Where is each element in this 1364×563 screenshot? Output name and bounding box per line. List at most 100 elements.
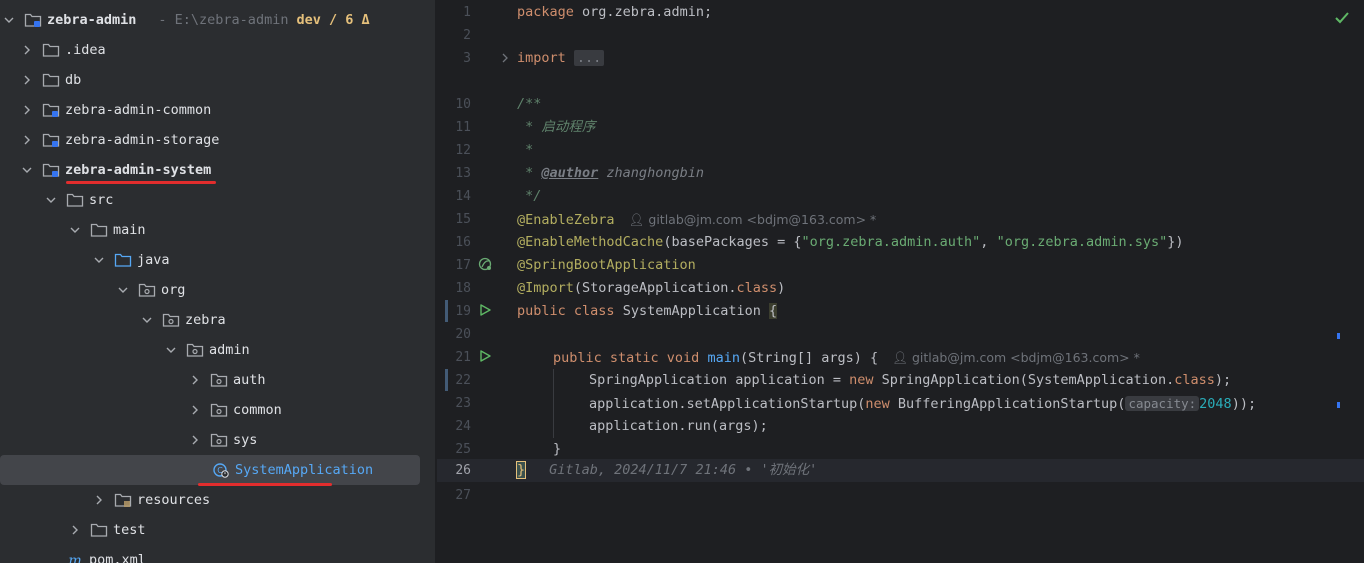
chevron-down-icon[interactable] <box>140 313 154 327</box>
chevron-down-icon[interactable] <box>164 343 178 357</box>
code-line-10[interactable]: /** <box>517 93 541 116</box>
tree-item-zebra-admin-common[interactable]: zebra-admin-common <box>0 95 435 125</box>
run-icon[interactable] <box>478 349 492 363</box>
chevron-right-icon[interactable] <box>188 433 202 447</box>
chevron-right-icon[interactable] <box>92 493 106 507</box>
tree-item-zebra[interactable]: zebra <box>0 305 435 335</box>
package-icon <box>186 342 204 358</box>
code-line-18[interactable]: @Import(StorageApplication.class) <box>517 277 785 300</box>
tree-item-common[interactable]: common <box>0 395 435 425</box>
project-tree[interactable]: zebra-admin - E:\zebra-admin dev / 6 Δ .… <box>0 0 436 563</box>
resources-folder-icon <box>114 492 132 508</box>
line-number: 11 <box>455 120 471 135</box>
spring-bean-icon[interactable] <box>478 257 492 271</box>
package-icon <box>162 312 180 328</box>
code-line-13[interactable]: * @author zhanghongbin <box>517 162 704 185</box>
line-number: 21 <box>455 350 471 365</box>
code-line-24[interactable]: application.run(args); <box>589 415 768 438</box>
tree-item-label: db <box>65 72 82 88</box>
code-line-25[interactable]: } <box>553 438 561 461</box>
tree-item-pom-xml[interactable]: m pom.xml <box>0 545 435 563</box>
code-line-23[interactable]: application.setApplicationStartup(new Bu… <box>589 392 1256 415</box>
line-number: 27 <box>455 488 471 503</box>
matched-brace: } <box>515 461 527 479</box>
folded-imports[interactable]: ... <box>573 50 605 66</box>
inspection-ok-icon[interactable] <box>1334 10 1350 26</box>
tree-root-zebra-admin[interactable]: zebra-admin - E:\zebra-admin dev / 6 Δ <box>0 5 435 35</box>
root-project-name: zebra-admin <box>47 12 137 28</box>
tree-item-java[interactable]: java <box>0 245 435 275</box>
scrollbar-marker <box>1337 333 1340 339</box>
line-number: 25 <box>455 442 471 457</box>
tree-item-org[interactable]: org <box>0 275 435 305</box>
line-number: 15 <box>455 212 471 227</box>
chevron-right-icon[interactable] <box>20 103 34 117</box>
line-number: 2 <box>463 28 471 43</box>
line-number: 13 <box>455 166 471 181</box>
chevron-right-icon[interactable] <box>188 373 202 387</box>
code-line-11[interactable]: * 启动程序 <box>517 116 595 139</box>
tree-item-main[interactable]: main <box>0 215 435 245</box>
inline-blame[interactable]: 👤︎ gitlab@jm.com <bdjm@163.com> * <box>629 212 877 227</box>
tree-item-sys[interactable]: sys <box>0 425 435 455</box>
code-line-21[interactable]: public static void main(String[] args) {… <box>553 346 1140 369</box>
source-folder-icon <box>114 252 132 268</box>
code-line-26[interactable]: } Gitlab, 2024/11/7 21:46 • '初始化' <box>515 459 817 482</box>
chevron-down-icon[interactable] <box>44 193 58 207</box>
git-branch-status[interactable]: dev / 6 Δ <box>296 12 369 28</box>
code-editor[interactable]: 1 2 3 10 11 12 13 14 15 16 17 18 19 20 2… <box>437 0 1364 563</box>
code-line-16[interactable]: @EnableMethodCache(basePackages = {"org.… <box>517 231 1184 254</box>
code-line-17[interactable]: @SpringBootApplication <box>517 254 696 277</box>
inline-blame[interactable]: 👤︎ gitlab@jm.com <bdjm@163.com> * <box>892 350 1140 365</box>
tree-item-label: src <box>89 192 114 208</box>
tree-item-admin[interactable]: admin <box>0 335 435 365</box>
package-icon <box>210 402 228 418</box>
code-line-12[interactable]: * <box>517 139 533 162</box>
code-line-22[interactable]: SpringApplication application = new Spri… <box>589 369 1231 392</box>
spring-class-icon: C <box>212 462 230 478</box>
chevron-down-icon[interactable] <box>2 13 16 27</box>
line-number: 23 <box>455 396 471 411</box>
module-folder-icon <box>42 132 60 148</box>
line-number: 26 <box>455 463 471 478</box>
chevron-down-icon[interactable] <box>92 253 106 267</box>
line-number: 18 <box>455 281 471 296</box>
red-underline-annotation <box>66 181 216 184</box>
line-number: 16 <box>455 235 471 250</box>
tree-item-idea[interactable]: .idea <box>0 35 435 65</box>
chevron-right-icon[interactable] <box>68 523 82 537</box>
tree-item-label: .idea <box>65 42 106 58</box>
chevron-right-icon[interactable] <box>20 73 34 87</box>
tree-item-test[interactable]: test <box>0 515 435 545</box>
chevron-down-icon[interactable] <box>116 283 130 297</box>
chevron-down-icon[interactable] <box>20 163 34 177</box>
tree-item-label: zebra-admin-common <box>65 102 212 118</box>
chevron-down-icon[interactable] <box>68 223 82 237</box>
run-icon[interactable] <box>478 303 492 317</box>
tree-item-label: admin <box>209 342 250 358</box>
code-line-19[interactable]: public class SystemApplication { <box>517 300 778 323</box>
fold-expand-icon[interactable] <box>498 51 512 65</box>
tree-item-zebra-admin-storage[interactable]: zebra-admin-storage <box>0 125 435 155</box>
tree-item-src[interactable]: src <box>0 185 435 215</box>
code-line-3[interactable]: import ... <box>517 47 605 70</box>
tree-item-label: sys <box>233 432 258 448</box>
tree-item-db[interactable]: db <box>0 65 435 95</box>
inline-blame[interactable]: Gitlab, 2024/11/7 21:46 • '初始化' <box>549 462 817 478</box>
tree-item-label: common <box>233 402 282 418</box>
code-line-15[interactable]: @EnableZebra 👤︎ gitlab@jm.com <bdjm@163.c… <box>517 208 876 231</box>
code-line-14[interactable]: */ <box>517 185 541 208</box>
module-folder-icon <box>24 12 42 28</box>
code-line-1[interactable]: package org.zebra.admin; <box>517 1 712 24</box>
chevron-right-icon[interactable] <box>20 133 34 147</box>
tree-item-auth[interactable]: auth <box>0 365 435 395</box>
tree-item-label: zebra <box>185 312 226 328</box>
chevron-right-icon[interactable] <box>20 43 34 57</box>
svg-text:m: m <box>68 553 81 563</box>
tree-item-resources[interactable]: resources <box>0 485 435 515</box>
chevron-right-icon[interactable] <box>188 403 202 417</box>
parameter-hint: capacity: <box>1125 396 1200 411</box>
tree-item-label: resources <box>137 492 211 508</box>
tree-item-systemapplication[interactable]: C SystemApplication <box>0 455 420 485</box>
line-number: 3 <box>463 51 471 66</box>
